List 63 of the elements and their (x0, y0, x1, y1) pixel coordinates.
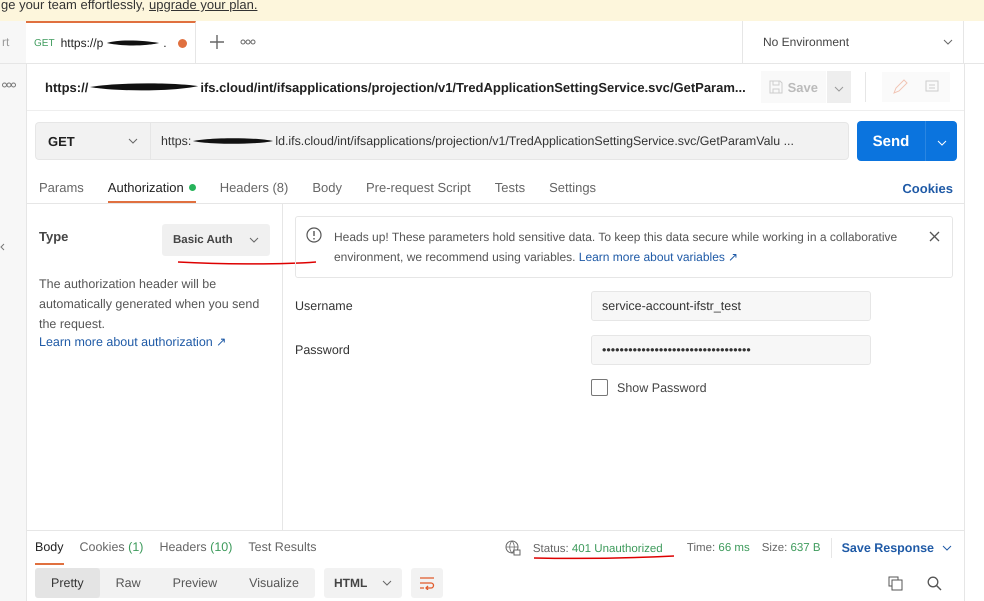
request-section-tab[interactable]: Settings (549, 173, 596, 203)
status-text: Status: 401 Unauthorized (532, 542, 664, 554)
chevron-down-icon (942, 545, 952, 551)
input-field[interactable]: •••••••••••••••••••••••••••••••••• (591, 335, 871, 365)
tab-title: https://p (60, 36, 104, 50)
info-icon (306, 227, 322, 243)
chevron-down-icon (249, 237, 259, 243)
view-mode-tab[interactable]: Preview (156, 568, 234, 598)
view-mode-tab[interactable]: Pretty (35, 568, 100, 598)
response-tab[interactable]: Body (35, 531, 64, 565)
request-name: https:// (45, 80, 88, 94)
globe-lock-icon (504, 540, 521, 556)
type-label: Type (39, 229, 68, 244)
request-section-tab[interactable]: Body (312, 173, 342, 203)
request-tab[interactable]: GET https://p . (26, 21, 196, 63)
chevron-down-icon (943, 39, 953, 45)
field-label: Username (295, 299, 354, 313)
save-response-button[interactable]: Save Response (842, 541, 952, 555)
format-select[interactable]: HTML (324, 568, 402, 598)
request-section-tab[interactable]: Authorization (108, 173, 196, 203)
request-section-tab[interactable]: Headers (8) (220, 173, 288, 203)
notice-text: Heads up! These parameters hold sensitive data. To keep this data secure while working in a collaborative environment, we recommend using variables. Learn more about variables ↗ (334, 229, 898, 266)
checkbox[interactable] (591, 379, 608, 396)
request-section-tab[interactable]: Pre-request Script (366, 173, 471, 203)
view-mode-tab[interactable]: Raw (100, 568, 157, 598)
url-field[interactable]: https: ld.ifs.cloud/int/ifsapplications/projection/v1/TredApplicationSettingService.svc/GetParamValu ... (150, 122, 849, 160)
response-tab[interactable]: Test Results (248, 531, 316, 565)
copy-icon[interactable] (888, 576, 903, 590)
request-name: ifs.cloud/int/ifsapplications/projection/v1/TredApplicationSettingService.svc/GetParam... (200, 80, 746, 94)
auth-type-select[interactable]: Basic Auth (162, 224, 270, 256)
input-field[interactable]: service-account-ifstr_test (591, 291, 871, 321)
close-icon[interactable] (929, 231, 940, 242)
search-icon[interactable] (927, 576, 942, 590)
response-tab[interactable]: Cookies (1) (80, 531, 144, 565)
view-mode-tab[interactable]: Visualize (233, 568, 315, 598)
size-text: Size: 637 B (762, 542, 821, 554)
chevron-down-icon (382, 580, 392, 586)
chevron-down-icon (834, 86, 844, 92)
tab-title: . (163, 36, 167, 50)
url-text: ld.ifs.cloud/int/ifsapplications/projection/v1/TredApplicationSettingService.svc/GetParamValu ... (275, 134, 794, 148)
more-icon[interactable] (2, 82, 16, 88)
cookies-link[interactable]: Cookies (902, 180, 953, 196)
method-select[interactable]: GET (35, 122, 150, 160)
method-label: GET (34, 38, 55, 48)
chevron-left-icon[interactable] (0, 243, 5, 251)
wrap-lines-icon (418, 576, 435, 590)
plus-icon[interactable] (210, 35, 224, 49)
field-label: Password (295, 343, 351, 357)
wrap-lines-button[interactable] (410, 568, 443, 598)
environment-select[interactable]: No Environment (742, 21, 963, 63)
more-icon[interactable] (240, 39, 256, 45)
chevron-down-icon (128, 138, 138, 144)
request-section-tab[interactable]: Params (39, 173, 84, 203)
chevron-down-icon (936, 140, 946, 146)
url-text: https: (161, 134, 192, 148)
request-section-tab[interactable]: Tests (494, 173, 526, 203)
learn-more-link[interactable]: Learn more about authorization ↗ (39, 334, 282, 349)
checkbox-label: Show Password (617, 380, 707, 394)
response-tab[interactable]: Headers (10) (159, 531, 232, 565)
auth-description: The authorization header will be automatically generated when you send the request. (39, 276, 260, 333)
time-text: Time: 66 ms (686, 542, 750, 554)
send-button[interactable]: Send (857, 121, 925, 161)
learn-more-link[interactable]: Learn more about variables ↗ (578, 250, 738, 264)
